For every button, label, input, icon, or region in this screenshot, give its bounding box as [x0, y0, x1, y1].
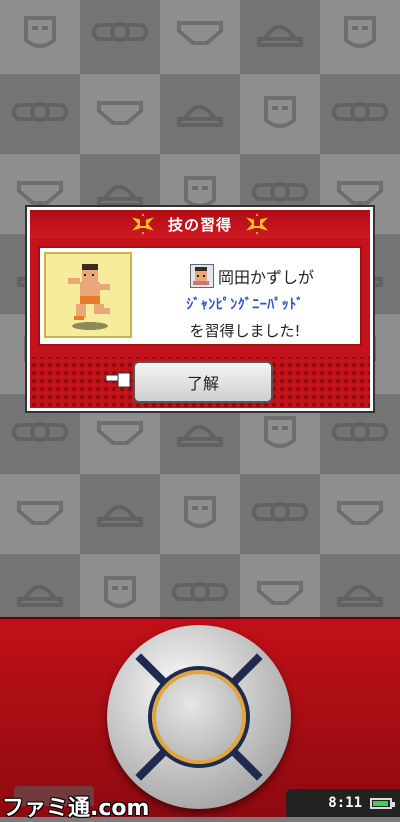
- background-emblem-icon: [15, 497, 65, 531]
- skill-acquired-dialog: 技の習得 岡田かずしが ｼﾞｬﾝﾋﾟﾝｸﾞﾆｰﾊﾟｯﾄﾞ を習得しました! 了解: [25, 205, 375, 413]
- exclamation-icon: [246, 213, 268, 235]
- watermark: ファミ通.com: [2, 796, 150, 821]
- background-emblem-icon: [332, 417, 388, 451]
- background-tile: [0, 0, 80, 74]
- background-tile: [320, 0, 400, 74]
- background-emblem-icon: [332, 97, 388, 131]
- background-emblem-icon: [175, 17, 225, 51]
- background-emblem-icon: [255, 577, 305, 611]
- background-emblem-icon: [95, 97, 145, 131]
- background-emblem-icon: [177, 95, 223, 133]
- status-bar: 8:11: [286, 789, 400, 817]
- background-tile: [80, 74, 160, 154]
- background-emblem-icon: [98, 570, 142, 618]
- background-tile: [160, 474, 240, 554]
- background-emblem-icon: [12, 417, 68, 451]
- background-tile: [0, 474, 80, 554]
- background-tile: [80, 474, 160, 554]
- character-face-icon: [190, 264, 214, 288]
- background-emblem-icon: [338, 10, 382, 58]
- background-tile: [160, 74, 240, 154]
- background-emblem-icon: [12, 97, 68, 131]
- background-tile: [320, 74, 400, 154]
- background-tile: [160, 0, 240, 74]
- dpad-center-button[interactable]: [152, 670, 246, 764]
- background-tile: [320, 474, 400, 554]
- acquire-message-line1: 岡田かずしが: [190, 264, 314, 288]
- background-emblem-icon: [258, 410, 302, 458]
- character-name: 岡田かずしが: [218, 268, 315, 287]
- clock: 8:11: [328, 795, 362, 811]
- skill-name: ｼﾞｬﾝﾋﾟﾝｸﾞﾆｰﾊﾟｯﾄﾞ: [186, 297, 304, 313]
- dialog-body: 技の習得 岡田かずしが ｼﾞｬﾝﾋﾟﾝｸﾞﾆｰﾊﾟｯﾄﾞ を習得しました! 了解: [30, 210, 370, 408]
- background-emblem-icon: [172, 577, 228, 611]
- background-tile: [240, 74, 320, 154]
- background-tile: [240, 0, 320, 74]
- background-emblem-icon: [92, 17, 148, 51]
- background-emblem-icon: [337, 575, 383, 613]
- background-emblem-icon: [177, 415, 223, 453]
- dialog-title: 技の習得: [167, 215, 232, 234]
- battery-icon: [370, 797, 395, 809]
- exclamation-icon: [131, 213, 154, 235]
- background-tile: [80, 0, 160, 74]
- dialog-title-bar: 技の習得: [30, 210, 370, 238]
- background-emblem-icon: [257, 15, 303, 53]
- ok-button-label: 了解: [186, 374, 219, 393]
- background-tile: [240, 474, 320, 554]
- background-emblem-icon: [97, 495, 143, 533]
- background-emblem-icon: [17, 575, 63, 613]
- background-emblem-icon: [178, 490, 222, 538]
- ok-button[interactable]: 了解: [133, 361, 273, 403]
- background-emblem-icon: [18, 10, 62, 58]
- pointing-hand-icon: [106, 372, 131, 388]
- background-emblem-icon: [252, 497, 308, 531]
- dialog-content: 岡田かずしが ｼﾞｬﾝﾋﾟﾝｸﾞﾆｰﾊﾟｯﾄﾞ を習得しました!: [38, 246, 362, 346]
- circular-dpad[interactable]: [107, 625, 291, 809]
- background-emblem-icon: [335, 497, 385, 531]
- ok-button-row: 了解: [30, 357, 370, 407]
- acquired-text: を習得しました!: [189, 322, 301, 340]
- background-tile: [0, 74, 80, 154]
- background-emblem-icon: [95, 417, 145, 451]
- background-emblem-icon: [258, 90, 302, 138]
